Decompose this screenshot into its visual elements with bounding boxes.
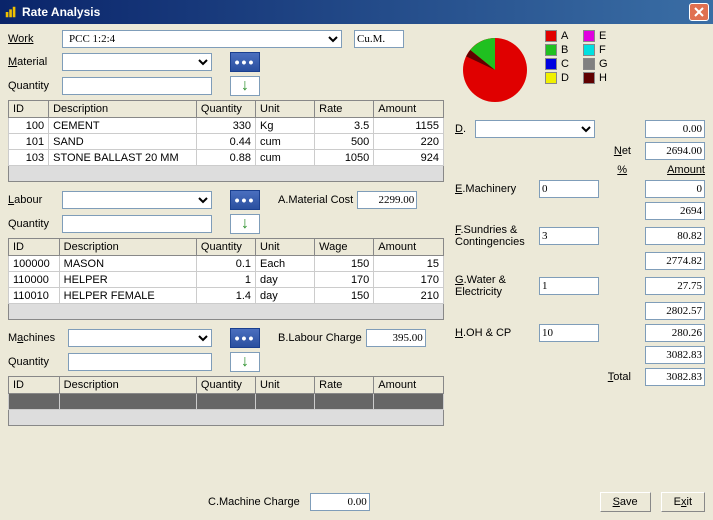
e-amt[interactable] bbox=[645, 180, 705, 198]
b-labour-charge-value[interactable] bbox=[366, 329, 426, 347]
labour-qty-input[interactable] bbox=[62, 215, 212, 233]
h-pct-input[interactable] bbox=[539, 324, 599, 342]
machines-table[interactable]: ID Description Quantity Unit Rate Amount bbox=[8, 376, 444, 410]
g-amt[interactable] bbox=[645, 277, 705, 295]
d-select[interactable] bbox=[475, 120, 595, 138]
machines-label: Machines bbox=[8, 332, 64, 344]
material-select[interactable] bbox=[62, 53, 212, 71]
pct-header: % bbox=[617, 164, 627, 176]
pie-chart bbox=[455, 30, 535, 110]
f-amt[interactable] bbox=[645, 227, 705, 245]
sub4-value[interactable] bbox=[645, 346, 705, 364]
e-pct-input[interactable] bbox=[539, 180, 599, 198]
table-row[interactable]: 110010HELPER FEMALE1.4day150210 bbox=[9, 288, 444, 304]
machines-lookup-button[interactable]: ••• bbox=[230, 328, 260, 348]
table-row[interactable]: 100CEMENT330Kg3.51155 bbox=[9, 118, 444, 134]
amt-header: Amount bbox=[667, 164, 705, 176]
d-value[interactable] bbox=[645, 120, 705, 138]
sub3-value[interactable] bbox=[645, 302, 705, 320]
machines-qty-input[interactable] bbox=[68, 353, 212, 371]
labour-label: Labour bbox=[8, 194, 58, 206]
material-table[interactable]: ID Description Quantity Unit Rate Amount… bbox=[8, 100, 444, 166]
work-label: Work bbox=[8, 33, 58, 45]
exit-button[interactable]: Exit bbox=[661, 492, 705, 512]
arrow-down-icon: ↓ bbox=[241, 215, 249, 233]
table-row[interactable]: 100000MASON0.1Each15015 bbox=[9, 256, 444, 272]
material-add-button[interactable]: ↓ bbox=[230, 76, 260, 96]
material-qty-label: Quantity bbox=[8, 80, 58, 92]
f-label: F.Sundries & Contingencies bbox=[455, 224, 535, 248]
titlebar: Rate Analysis bbox=[0, 0, 713, 24]
col-unit[interactable]: Unit bbox=[256, 101, 315, 118]
col-desc[interactable]: Description bbox=[49, 101, 197, 118]
sub1-value[interactable] bbox=[645, 202, 705, 220]
f-pct-input[interactable] bbox=[539, 227, 599, 245]
material-label: Material bbox=[8, 56, 58, 68]
g-pct-input[interactable] bbox=[539, 277, 599, 295]
legend-item: F bbox=[583, 44, 608, 56]
labour-add-button[interactable]: ↓ bbox=[230, 214, 260, 234]
col-amt[interactable]: Amount bbox=[374, 101, 444, 118]
legend-item: G bbox=[583, 58, 608, 70]
window-title: Rate Analysis bbox=[22, 5, 100, 19]
machines-select[interactable] bbox=[68, 329, 212, 347]
machines-add-button[interactable]: ↓ bbox=[230, 352, 260, 372]
c-machine-charge-value[interactable] bbox=[310, 493, 370, 511]
table-row[interactable] bbox=[9, 394, 444, 410]
total-value[interactable] bbox=[645, 368, 705, 386]
legend-item: H bbox=[583, 72, 608, 84]
material-lookup-button[interactable]: ••• bbox=[230, 52, 260, 72]
machines-scrollbar[interactable] bbox=[8, 410, 444, 426]
close-icon bbox=[694, 7, 704, 17]
c-machine-charge-label: C.Machine Charge bbox=[208, 496, 300, 508]
a-material-cost-label: A.Material Cost bbox=[278, 194, 353, 206]
machines-qty-label: Quantity bbox=[8, 356, 64, 368]
material-qty-input[interactable] bbox=[62, 77, 212, 95]
net-label: Net bbox=[614, 145, 631, 157]
chart-legend: ABCD EFGH bbox=[545, 30, 608, 110]
labour-scrollbar[interactable] bbox=[8, 304, 444, 320]
save-button[interactable]: Save bbox=[600, 492, 651, 512]
table-row[interactable]: 101SAND0.44cum500220 bbox=[9, 134, 444, 150]
work-select[interactable]: PCC 1:2:4 bbox=[62, 30, 342, 48]
total-label: Total bbox=[608, 371, 631, 383]
arrow-down-icon: ↓ bbox=[241, 77, 249, 95]
sub2-value[interactable] bbox=[645, 252, 705, 270]
g-label: G.Water & Electricity bbox=[455, 274, 535, 298]
legend-item: D bbox=[545, 72, 569, 84]
labour-qty-label: Quantity bbox=[8, 218, 58, 230]
h-amt[interactable] bbox=[645, 324, 705, 342]
work-unit-input[interactable] bbox=[354, 30, 404, 48]
material-scrollbar[interactable] bbox=[8, 166, 444, 182]
a-material-cost-value[interactable] bbox=[357, 191, 417, 209]
table-row[interactable]: 103STONE BALLAST 20 MM0.88cum1050924 bbox=[9, 150, 444, 166]
col-id[interactable]: ID bbox=[9, 101, 49, 118]
col-qty[interactable]: Quantity bbox=[196, 101, 255, 118]
labour-lookup-button[interactable]: ••• bbox=[230, 190, 260, 210]
b-labour-charge-label: B.Labour Charge bbox=[278, 332, 362, 344]
table-row[interactable]: 110000HELPER1day170170 bbox=[9, 272, 444, 288]
d-label: D. bbox=[455, 123, 471, 135]
legend-item: C bbox=[545, 58, 569, 70]
net-value[interactable] bbox=[645, 142, 705, 160]
labour-select[interactable] bbox=[62, 191, 212, 209]
labour-table[interactable]: ID Description Quantity Unit Wage Amount… bbox=[8, 238, 444, 304]
arrow-down-icon: ↓ bbox=[241, 353, 249, 371]
col-rate[interactable]: Rate bbox=[315, 101, 374, 118]
close-button[interactable] bbox=[689, 3, 709, 21]
app-icon bbox=[4, 5, 18, 19]
legend-item: E bbox=[583, 30, 608, 42]
h-label: H.OH & CP bbox=[455, 327, 535, 339]
legend-item: A bbox=[545, 30, 569, 42]
legend-item: B bbox=[545, 44, 569, 56]
e-label: E.Machinery bbox=[455, 183, 535, 195]
